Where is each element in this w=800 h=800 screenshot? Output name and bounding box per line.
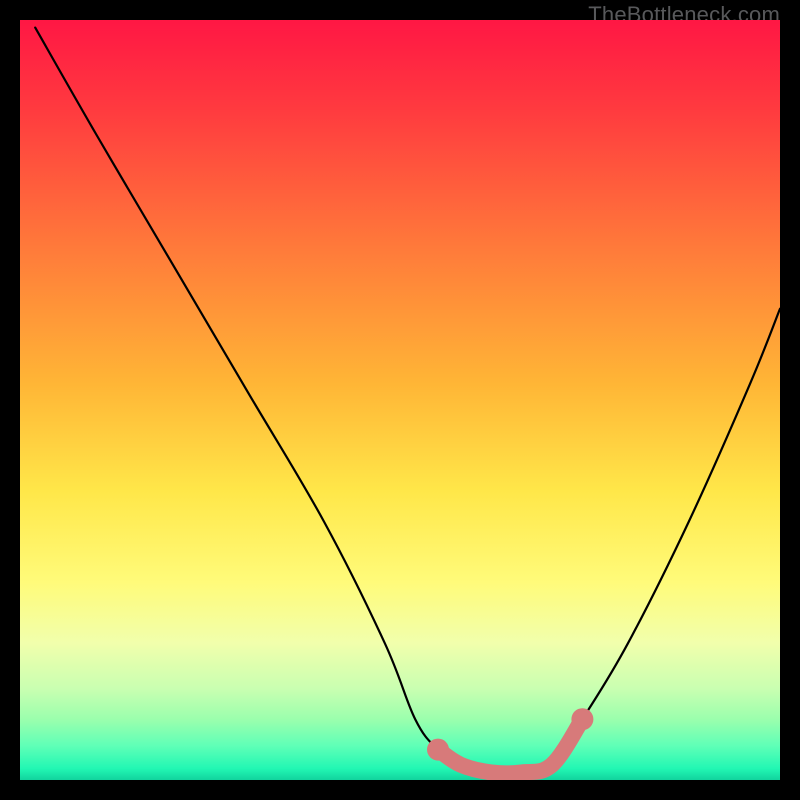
- plot-area: [20, 20, 780, 780]
- chart-frame: TheBottleneck.com: [0, 0, 800, 800]
- bottleneck-chart: [20, 20, 780, 780]
- highlight-end-dot: [571, 708, 593, 730]
- highlight-start-dot: [427, 739, 449, 761]
- gradient-background: [20, 20, 780, 780]
